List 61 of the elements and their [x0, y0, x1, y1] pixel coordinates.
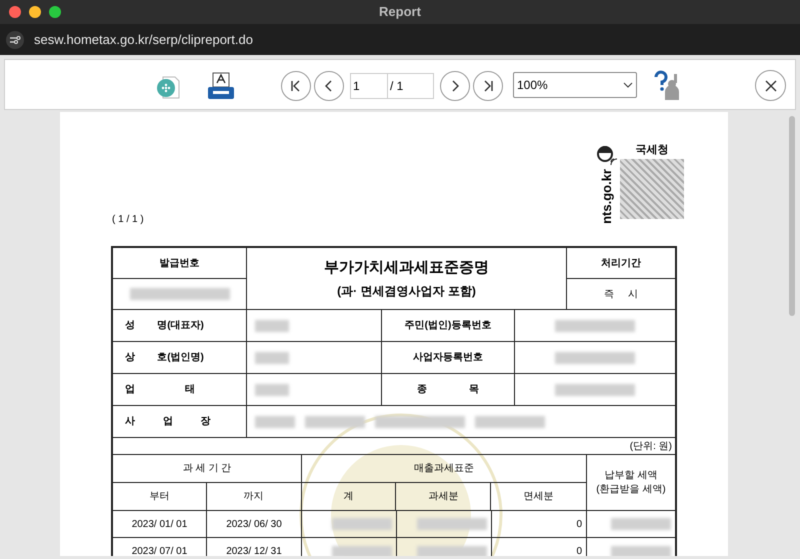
window-title: Report	[379, 3, 421, 22]
redacted-block	[417, 518, 487, 530]
column-header: 부터	[149, 490, 170, 504]
redacted-block	[332, 518, 392, 530]
column-header: 납부할 세액 (환급받을 세액)	[596, 468, 666, 496]
zoom-window-button[interactable]	[49, 6, 61, 18]
redacted-block	[611, 546, 671, 556]
minimize-window-button[interactable]	[29, 6, 41, 18]
processing-period-label: 처리기간	[601, 256, 641, 270]
field-label: 업 태	[125, 383, 196, 397]
unit-label: (단위: 원)	[630, 440, 672, 454]
table-cell-text: 0	[576, 545, 582, 556]
field-label: 상 호(법인명)	[125, 351, 204, 365]
close-window-button[interactable]	[9, 6, 21, 18]
help-icon[interactable]	[653, 70, 681, 100]
issue-number-label: 발급번호	[160, 256, 200, 270]
table-cell-text: 2023/ 01/ 01	[132, 518, 188, 532]
url-text[interactable]: sesw.hometax.go.kr/serp/clipreport.do	[34, 30, 253, 50]
last-page-button[interactable]	[473, 71, 503, 101]
site-url-text: nts.go.kr	[600, 169, 614, 224]
zoom-dropdown[interactable]: 100%	[513, 72, 637, 98]
redacted-block	[611, 518, 671, 530]
page-total: / 1	[388, 73, 434, 99]
field-label: 사 업 장	[125, 415, 211, 429]
table-cell-text: 2023/ 12/ 31	[226, 545, 282, 556]
agency-name: 국세청	[636, 143, 668, 158]
table-cell-text: 2023/ 06/ 30	[226, 518, 282, 532]
redacted-block	[475, 416, 545, 428]
field-label: 종 목	[417, 383, 479, 397]
redacted-block	[255, 384, 289, 396]
first-page-button[interactable]	[281, 71, 311, 101]
column-header: 매출과세표준	[414, 462, 474, 476]
redacted-block	[255, 416, 295, 428]
processing-period-value: 즉 시	[604, 288, 638, 302]
redacted-block	[417, 546, 487, 556]
table-cell-text: 0	[576, 518, 582, 532]
close-icon	[764, 80, 776, 92]
mascot-icon	[596, 145, 618, 167]
redacted-block	[305, 416, 365, 428]
column-header: 면세분	[524, 490, 554, 504]
field-label: 사업자등록번호	[413, 351, 483, 365]
qr-code	[620, 158, 684, 218]
document-subtitle: (과· 면세겸영사업자 포함)	[337, 282, 476, 300]
scrollbar-thumb[interactable]	[789, 116, 795, 316]
caret-icon	[623, 82, 633, 88]
redacted-block	[255, 320, 289, 332]
field-label: 성 명(대표자)	[125, 319, 204, 333]
table-cell-text: 2023/ 07/ 01	[132, 545, 188, 556]
redacted-block	[332, 546, 392, 556]
column-header: 과세분	[428, 490, 458, 504]
page-number-field[interactable]: 1	[350, 73, 388, 99]
site-settings-icon[interactable]	[6, 30, 24, 48]
document-title: 부가가치세과세표준증명	[324, 258, 489, 278]
page-indicator: ( 1 / 1 )	[112, 213, 144, 227]
redacted-block	[255, 352, 289, 364]
column-header: 계	[343, 490, 354, 504]
field-label: 주민(법인)등록번호	[404, 319, 492, 333]
close-report-button[interactable]	[755, 70, 786, 101]
column-header: 과 세 기 간	[182, 462, 232, 476]
column-header: 까지	[244, 490, 264, 504]
export-icon[interactable]	[155, 74, 181, 100]
